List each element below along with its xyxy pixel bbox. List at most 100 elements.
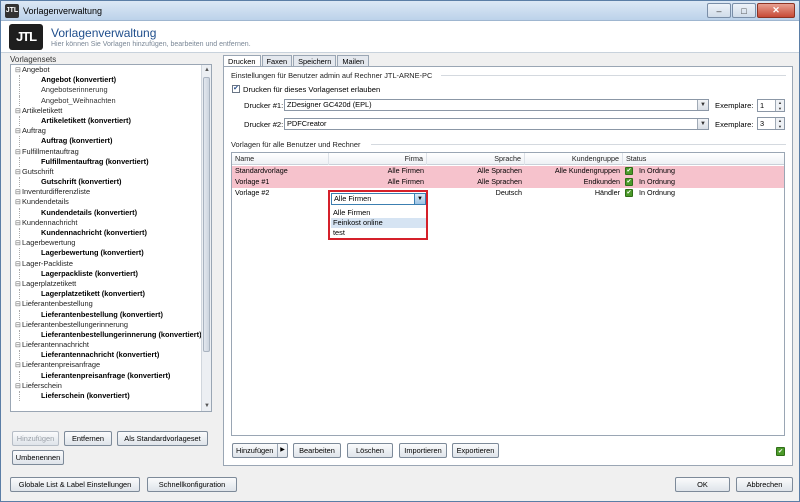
- tree-item[interactable]: Gutschrift (konvertiert): [11, 177, 202, 188]
- tree-category[interactable]: ⊟Lieferschein: [11, 381, 202, 391]
- tree-item[interactable]: Lagerbewertung (konvertiert): [11, 248, 202, 259]
- tree-category[interactable]: ⊟Auftrag: [11, 126, 202, 136]
- tree-connector: [19, 268, 20, 279]
- tree-category[interactable]: ⊟Angebot: [11, 65, 202, 75]
- cell-gruppe: Alle Kundengruppen: [554, 166, 620, 175]
- import-template-button[interactable]: Importieren: [399, 443, 447, 458]
- tree-item-label: Angebotserinnerung: [41, 85, 108, 95]
- tree-item[interactable]: Fulfillmentauftrag (konvertiert): [11, 156, 202, 167]
- printer1-label: Drucker #1:: [244, 101, 284, 110]
- settings-divider: [441, 75, 786, 76]
- tree-item[interactable]: Lieferantenbestellung (konvertiert): [11, 309, 202, 320]
- scroll-up-icon[interactable]: ▲: [202, 65, 211, 75]
- tree-category-label: Kundendetails: [22, 197, 69, 207]
- tree-item[interactable]: Kundennachricht (konvertiert): [11, 228, 202, 239]
- chevron-down-icon[interactable]: ▼: [414, 194, 425, 204]
- col-name[interactable]: Name: [232, 153, 329, 165]
- tree-category[interactable]: ⊟Kundendetails: [11, 197, 202, 207]
- copies2-label: Exemplare:: [715, 120, 754, 129]
- table-row[interactable]: Standardvorlage Alle Firmen Alle Sprachen A…: [232, 166, 784, 177]
- quick-config-button[interactable]: Schnellkonfiguration: [147, 477, 237, 492]
- scroll-thumb[interactable]: [203, 77, 210, 352]
- template-set-tree[interactable]: ⊟Angebot Angebot (konvertiert) Angebotseri…: [10, 64, 212, 412]
- tree-category[interactable]: ⊟Kundennachricht: [11, 218, 202, 228]
- tree-item[interactable]: Lieferschein (konvertiert): [11, 391, 202, 402]
- allow-print-checkbox[interactable]: ✔: [232, 85, 240, 93]
- cell-firma: Alle Firmen: [387, 177, 424, 186]
- copies1-label: Exemplare:: [715, 101, 754, 110]
- printer2-select[interactable]: PDFCreator ▼: [284, 118, 709, 130]
- col-sprache[interactable]: Sprache: [427, 153, 525, 165]
- col-kundengruppe[interactable]: Kundengruppe: [525, 153, 623, 165]
- tree-content: ⊟Angebot Angebot (konvertiert) Angebotseri…: [11, 65, 202, 411]
- chevron-down-icon[interactable]: ▼: [697, 100, 708, 110]
- tree-category-label: Fulfillmentauftrag: [22, 146, 79, 156]
- tree-item[interactable]: Lagerplatzetikett (konvertiert): [11, 289, 202, 300]
- tree-category[interactable]: ⊟Lagerplatzetikett: [11, 279, 202, 289]
- chevron-right-icon[interactable]: ▶: [277, 444, 287, 457]
- tree-category[interactable]: ⊟Gutschrift: [11, 167, 202, 177]
- col-firma[interactable]: Firma: [329, 153, 427, 165]
- printer1-select[interactable]: ZDesigner GC420d (EPL) ▼: [284, 99, 709, 111]
- tree-item[interactable]: Artikeletikett (konvertiert): [11, 115, 202, 127]
- tree-category[interactable]: ⊟Lieferantenbestellung: [11, 299, 202, 309]
- page-header: JTL Vorlagenverwaltung Hier können Sie V…: [1, 21, 799, 53]
- tree-item[interactable]: Angebotserinnerung: [11, 85, 202, 96]
- tree-item[interactable]: Auftrag (konvertiert): [11, 136, 202, 147]
- tree-category[interactable]: ⊟Lieferantennachricht: [11, 340, 202, 350]
- tree-category[interactable]: ⊟Fulfillmentauftrag: [11, 147, 202, 157]
- table-row[interactable]: Vorlage #2 Deutsch Händler ✔ In Ordnung: [232, 188, 784, 199]
- maximize-icon[interactable]: □: [732, 3, 756, 18]
- ok-button[interactable]: OK: [675, 477, 730, 492]
- tree-item-label: Fulfillmentauftrag (konvertiert): [41, 156, 149, 166]
- tree-category[interactable]: ⊟Lagerbewertung: [11, 238, 202, 248]
- firma-dropdown[interactable]: Alle Firmen ▼ Alle Firmen Feinkost onlin…: [328, 190, 428, 240]
- scroll-down-icon[interactable]: ▼: [202, 401, 211, 411]
- tree-category[interactable]: ⊟Lieferantenpreisanfrage: [11, 360, 202, 370]
- table-row[interactable]: Vorlage #1 Alle Firmen Alle Sprachen Endkun…: [232, 177, 784, 188]
- tree-category[interactable]: ⊟Artikeletikett: [11, 106, 202, 116]
- set-default-button[interactable]: Als Standardvorlageset: [117, 431, 208, 446]
- minimize-icon[interactable]: –: [707, 3, 731, 18]
- col-status[interactable]: Status: [623, 153, 784, 165]
- tree-item[interactable]: Lieferantennachricht (konvertiert): [11, 350, 202, 361]
- add-template-button[interactable]: Hinzufügen ▶: [232, 443, 288, 458]
- tree-connector: [19, 95, 20, 106]
- tree-category[interactable]: ⊟Lager-Packliste: [11, 259, 202, 269]
- tree-item[interactable]: Lagerpackliste (konvertiert): [11, 268, 202, 279]
- remove-set-button[interactable]: Entfernen: [64, 431, 112, 446]
- templates-grid[interactable]: Name Firma Sprache Kundengruppe Status S…: [231, 152, 785, 436]
- tree-item[interactable]: Angebot (konvertiert): [11, 75, 202, 86]
- tree-item[interactable]: Kundendetails (konvertiert): [11, 207, 202, 218]
- tree-category[interactable]: ⊟Lieferantenbestellungerinnerung: [11, 320, 202, 330]
- add-set-button[interactable]: Hinzufügen: [12, 431, 59, 446]
- tree-connector: [19, 248, 20, 259]
- firma-select[interactable]: Alle Firmen ▼: [331, 193, 426, 205]
- delete-template-button[interactable]: Löschen: [347, 443, 393, 458]
- tree-scrollbar[interactable]: ▲ ▼: [201, 65, 211, 411]
- tree-item[interactable]: Angebot_Weihnachten: [11, 95, 202, 106]
- rename-set-button[interactable]: Umbenennen: [12, 450, 64, 465]
- global-ll-settings-button[interactable]: Globale List & Label Einstellungen: [10, 477, 140, 492]
- copies2-stepper[interactable]: 3 ▲ ▼: [757, 117, 785, 130]
- firma-option[interactable]: test: [331, 228, 426, 238]
- firma-option[interactable]: Alle Firmen: [331, 208, 426, 218]
- page-title: Vorlagenverwaltung: [51, 25, 157, 40]
- tree-item[interactable]: Lieferantenbestellungerinnerung (konvert…: [11, 329, 202, 341]
- copies1-stepper[interactable]: 1 ▲ ▼: [757, 99, 785, 112]
- cell-sprache: Alle Sprachen: [477, 166, 522, 175]
- cancel-button[interactable]: Abbrechen: [736, 477, 793, 492]
- close-icon[interactable]: ✕: [757, 3, 795, 18]
- firma-option[interactable]: Feinkost online: [331, 218, 426, 228]
- tree-category-label: Lieferantenbestellung: [22, 299, 93, 309]
- cell-gruppe: Endkunden: [583, 177, 620, 186]
- tree-category-label: Lieferantenbestellungerinnerung: [22, 319, 129, 329]
- chevron-down-icon[interactable]: ▼: [697, 119, 708, 129]
- tree-item[interactable]: Lieferantenpreisanfrage (konvertiert): [11, 370, 202, 381]
- edit-template-button[interactable]: Bearbeiten: [293, 443, 341, 458]
- cell-name: Vorlage #1: [235, 177, 270, 186]
- spin-arrows-icon[interactable]: ▲ ▼: [775, 100, 784, 111]
- export-template-button[interactable]: Exportieren: [452, 443, 499, 458]
- spin-arrows-icon[interactable]: ▲ ▼: [775, 118, 784, 129]
- tree-category[interactable]: ⊟Inventurdifferenzliste: [11, 187, 202, 197]
